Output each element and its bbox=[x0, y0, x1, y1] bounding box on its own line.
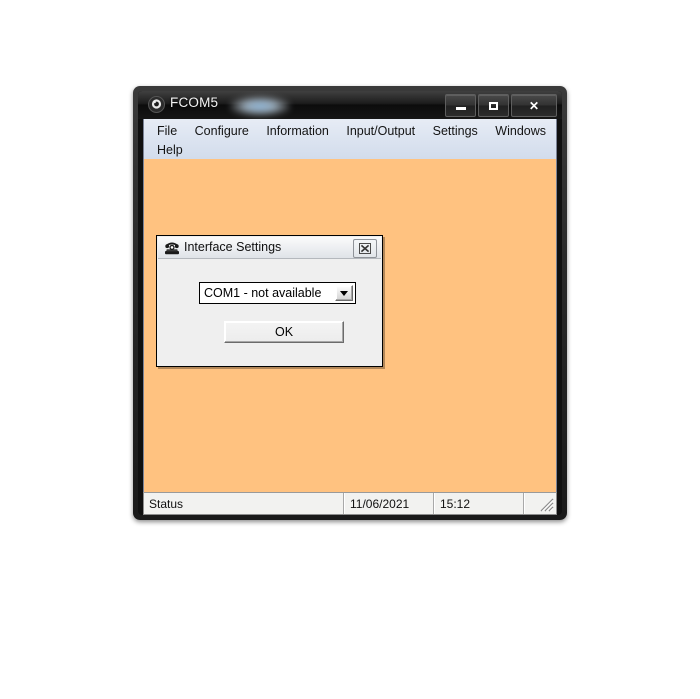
telephone-icon bbox=[164, 240, 180, 256]
menu-item-settings[interactable]: Settings bbox=[426, 122, 485, 141]
title-redaction-blur bbox=[230, 93, 290, 117]
menu-bar: File Configure Information Input/Output … bbox=[143, 119, 557, 159]
chevron-down-icon[interactable] bbox=[335, 285, 353, 301]
application-window: FCOM5 ✕ File Configure Information Input… bbox=[133, 86, 567, 520]
interface-settings-dialog: Interface Settings COM1 - not available bbox=[156, 235, 383, 367]
resize-grip[interactable] bbox=[524, 493, 556, 514]
menu-row-primary: File Configure Information Input/Output … bbox=[150, 122, 556, 141]
menu-item-file[interactable]: File bbox=[150, 122, 184, 141]
maximize-button[interactable] bbox=[478, 94, 509, 117]
maximize-icon bbox=[479, 95, 508, 116]
window-title-text: FCOM5 bbox=[170, 95, 219, 110]
resize-grip-icon bbox=[540, 498, 554, 512]
status-message: Status bbox=[144, 493, 344, 514]
status-bar: Status 11/06/2021 15:12 bbox=[143, 492, 557, 515]
menu-item-windows[interactable]: Windows bbox=[488, 122, 553, 141]
close-button[interactable]: ✕ bbox=[511, 94, 557, 117]
minimize-button[interactable] bbox=[445, 94, 476, 117]
serial-port-select-value: COM1 - not available bbox=[204, 286, 322, 300]
dialog-title-text: Interface Settings bbox=[184, 240, 282, 254]
window-title-bar[interactable]: FCOM5 ✕ bbox=[138, 91, 562, 119]
minimize-icon bbox=[446, 95, 475, 116]
status-time: 15:12 bbox=[434, 493, 524, 514]
dialog-body: COM1 - not available OK bbox=[158, 259, 381, 365]
app-circle-icon bbox=[148, 96, 165, 113]
window-caption-buttons: ✕ bbox=[443, 94, 557, 117]
dialog-close-icon bbox=[359, 243, 371, 254]
menu-row-secondary: Help bbox=[150, 141, 556, 160]
menu-item-help[interactable]: Help bbox=[150, 141, 190, 160]
close-x-icon: ✕ bbox=[528, 98, 540, 113]
client-area: Interface Settings COM1 - not available bbox=[143, 159, 557, 492]
menu-item-information[interactable]: Information bbox=[259, 122, 336, 141]
window-frame-inner: FCOM5 ✕ File Configure Information Input… bbox=[138, 91, 562, 515]
menu-item-configure[interactable]: Configure bbox=[188, 122, 256, 141]
ok-button[interactable]: OK bbox=[224, 321, 344, 343]
dialog-close-button[interactable] bbox=[353, 239, 377, 258]
dialog-title-bar[interactable]: Interface Settings bbox=[158, 237, 381, 259]
status-date: 11/06/2021 bbox=[344, 493, 434, 514]
serial-port-select[interactable]: COM1 - not available bbox=[199, 282, 356, 304]
menu-item-input-output[interactable]: Input/Output bbox=[339, 122, 422, 141]
